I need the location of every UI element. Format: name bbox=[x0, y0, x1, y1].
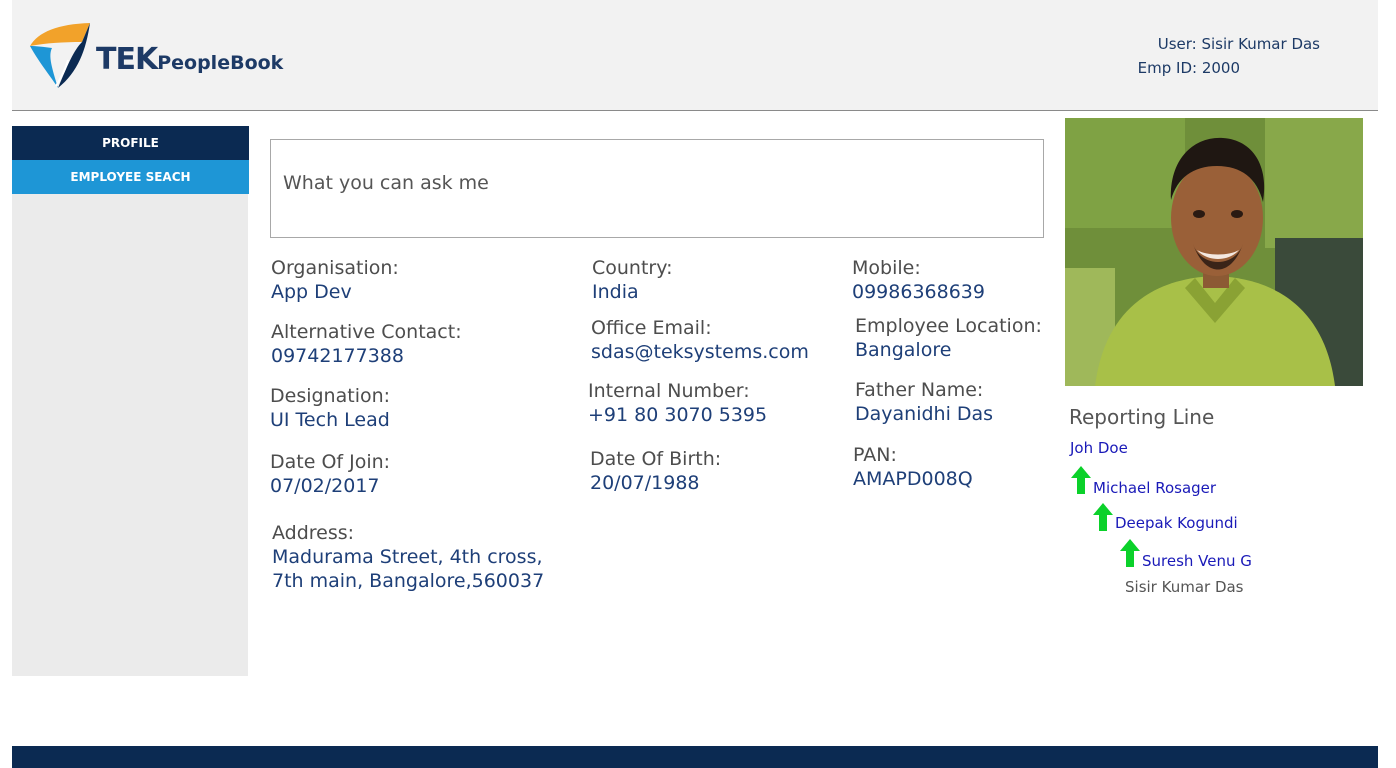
internal-number-value: +91 80 3070 5395 bbox=[588, 404, 768, 426]
pan-field: PAN: AMAPD008Q bbox=[853, 443, 973, 491]
sidebar: PROFILE EMPLOYEE SEACH bbox=[12, 126, 249, 676]
emp-location-value: Bangalore bbox=[855, 339, 952, 361]
sidebar-item-profile[interactable]: PROFILE bbox=[12, 126, 249, 160]
father-name-value: Dayanidhi Das bbox=[855, 403, 994, 425]
mobile-value: 09986368639 bbox=[852, 281, 985, 303]
internal-number-field: Internal Number: +91 80 3070 5395 bbox=[588, 379, 767, 427]
profile-photo-image bbox=[1065, 118, 1363, 386]
date-of-join-value: 07/02/2017 bbox=[270, 475, 380, 497]
alt-contact-label: Alternative Contact: bbox=[271, 321, 462, 343]
office-email-label: Office Email: bbox=[591, 317, 712, 339]
reporting-link-deepak-kogundi[interactable]: Deepak Kogundi bbox=[1115, 514, 1238, 532]
date-of-join-label: Date Of Join: bbox=[270, 451, 391, 473]
emp-location-label: Employee Location: bbox=[855, 315, 1042, 337]
emp-location-field: Employee Location: Bangalore bbox=[855, 314, 1042, 362]
organisation-value: App Dev bbox=[271, 281, 352, 303]
internal-number-label: Internal Number: bbox=[588, 380, 750, 402]
emp-id: Emp ID: 2000 bbox=[1137, 59, 1240, 77]
office-email-field: Office Email: sdas@teksystems.com bbox=[591, 316, 809, 364]
country-label: Country: bbox=[592, 257, 673, 279]
reporting-line-title: Reporting Line bbox=[1069, 405, 1215, 429]
logo-wordmark: TEKPeopleBook bbox=[96, 42, 283, 77]
father-name-field: Father Name: Dayanidhi Das bbox=[855, 378, 993, 426]
mobile-field: Mobile: 09986368639 bbox=[852, 256, 985, 304]
mobile-label: Mobile: bbox=[852, 257, 921, 279]
profile-photo bbox=[1065, 118, 1363, 386]
designation-label: Designation: bbox=[270, 385, 391, 407]
country-value: India bbox=[592, 281, 639, 303]
up-arrow-icon bbox=[1093, 503, 1113, 531]
address-field: Address: Madurama Street, 4th cross, 7th… bbox=[272, 521, 544, 593]
date-of-birth-label: Date Of Birth: bbox=[590, 448, 722, 470]
up-arrow-icon bbox=[1071, 466, 1091, 494]
alt-contact-field: Alternative Contact: 09742177388 bbox=[271, 320, 462, 368]
user-info: User: Sisir Kumar Das Emp ID: 2000 bbox=[1138, 32, 1320, 80]
date-of-birth-value: 20/07/1988 bbox=[590, 472, 700, 494]
address-line-2: 7th main, Bangalore,560037 bbox=[272, 570, 545, 592]
father-name-label: Father Name: bbox=[855, 379, 984, 401]
ask-me-box[interactable]: What you can ask me bbox=[270, 139, 1044, 238]
designation-value: UI Tech Lead bbox=[270, 409, 390, 431]
pan-value: AMAPD008Q bbox=[853, 468, 973, 490]
sidebar-item-employee-search[interactable]: EMPLOYEE SEACH bbox=[12, 160, 249, 194]
logo-swoosh-icon bbox=[30, 23, 90, 88]
reporting-link-michael-rosager[interactable]: Michael Rosager bbox=[1093, 479, 1216, 497]
footer-bar bbox=[12, 746, 1378, 768]
alt-contact-value: 09742177388 bbox=[271, 345, 404, 367]
app-header: TEKPeopleBook User: Sisir Kumar Das Emp … bbox=[12, 0, 1378, 111]
logo-peoplebook-text: PeopleBook bbox=[157, 52, 284, 74]
designation-field: Designation: UI Tech Lead bbox=[270, 384, 390, 432]
pan-label: PAN: bbox=[853, 444, 897, 466]
ask-me-text: What you can ask me bbox=[283, 172, 489, 194]
organisation-field: Organisation: App Dev bbox=[271, 256, 399, 304]
reporting-link-suresh-venu-g[interactable]: Suresh Venu G bbox=[1142, 552, 1252, 570]
reporting-self: Sisir Kumar Das bbox=[1125, 578, 1244, 596]
reporting-link-joh-doe[interactable]: Joh Doe bbox=[1070, 439, 1128, 457]
tek-peoplebook-logo[interactable]: TEKPeopleBook bbox=[28, 20, 288, 92]
date-of-birth-field: Date Of Birth: 20/07/1988 bbox=[590, 447, 721, 495]
address-line-1: Madurama Street, 4th cross, bbox=[272, 546, 543, 568]
user-name: User: Sisir Kumar Das bbox=[1157, 35, 1320, 53]
office-email-value[interactable]: sdas@teksystems.com bbox=[591, 340, 809, 364]
address-label: Address: bbox=[272, 522, 355, 544]
up-arrow-icon bbox=[1120, 539, 1140, 567]
country-field: Country: India bbox=[592, 256, 673, 304]
logo-tek-text: TEK bbox=[96, 42, 158, 77]
organisation-label: Organisation: bbox=[271, 257, 399, 279]
date-of-join-field: Date Of Join: 07/02/2017 bbox=[270, 450, 390, 498]
